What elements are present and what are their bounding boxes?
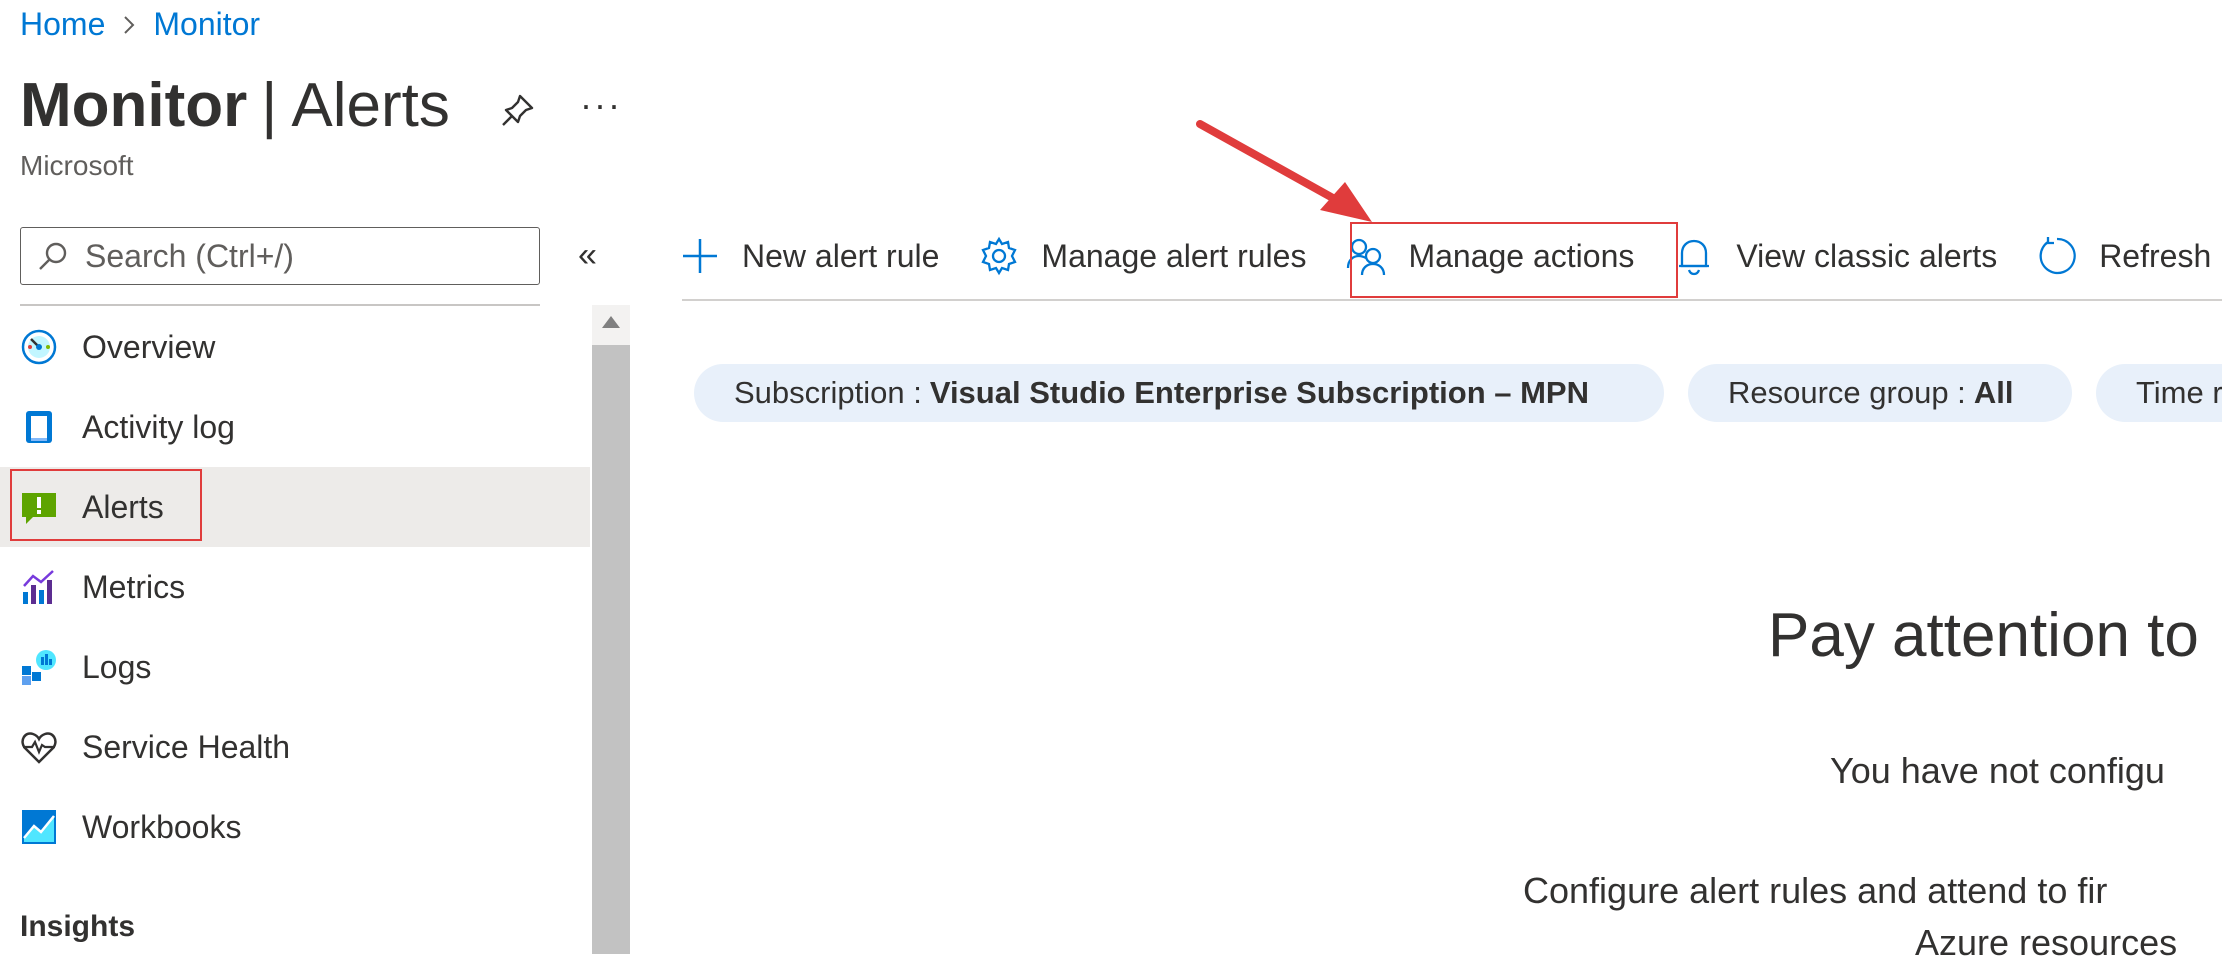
logs-icon: [20, 648, 58, 686]
refresh-label: Refresh: [2099, 237, 2212, 274]
page-title: Monitor | Alerts: [20, 70, 450, 141]
service-health-icon: [20, 728, 58, 766]
page-title-rest: Alerts: [291, 71, 450, 140]
page-title-bold: Monitor: [20, 71, 248, 140]
directory-name: Microsoft: [20, 150, 134, 181]
activity-log-icon: [20, 408, 58, 446]
overview-gauge-icon: [20, 328, 58, 366]
manage-alert-rules-button[interactable]: Manage alert rules: [979, 236, 1306, 276]
subscription-filter-label: Subscription :: [734, 375, 922, 410]
sidebar-item-label: Activity log: [82, 408, 235, 445]
breadcrumb-home[interactable]: Home: [20, 6, 105, 43]
page-title-separator: |: [261, 71, 278, 140]
search-icon: [37, 240, 69, 272]
metrics-icon: [20, 568, 58, 606]
search-input[interactable]: [83, 236, 527, 276]
time-range-filter-label: Time r: [2136, 375, 2222, 410]
sidebar-item-label: Metrics: [82, 568, 186, 605]
collapse-sidebar-button[interactable]: «: [578, 236, 597, 275]
sidebar-section-insights: Insights: [20, 910, 136, 943]
sidebar-item-label: Workbooks: [82, 808, 242, 845]
sidebar-divider: [20, 304, 540, 306]
sidebar-item-overview[interactable]: Overview: [0, 307, 590, 387]
refresh-icon: [2037, 236, 2077, 276]
plus-icon: [680, 236, 720, 276]
pin-icon[interactable]: [498, 90, 538, 130]
bell-icon: [1674, 236, 1714, 276]
empty-state-description: Configure alert rules and attend to fir: [1523, 870, 2108, 911]
resource-group-filter-value: All: [1973, 375, 2014, 410]
sidebar-item-service-health[interactable]: Service Health: [0, 707, 590, 787]
subscription-filter-pill[interactable]: Subscription : Visual Studio Enterprise …: [694, 364, 1664, 422]
sidebar-item-metrics[interactable]: Metrics: [0, 547, 590, 627]
annotation-arrow-icon: [1196, 120, 1372, 222]
new-alert-rule-label: New alert rule: [742, 237, 940, 274]
search-box[interactable]: [20, 227, 540, 285]
more-options-button[interactable]: ···: [580, 84, 622, 126]
chevron-right-icon: [121, 13, 137, 37]
workbooks-icon: [20, 808, 58, 846]
breadcrumb-monitor[interactable]: Monitor: [153, 6, 260, 43]
resource-group-filter-pill[interactable]: Resource group : All: [1688, 364, 2072, 422]
view-classic-alerts-button[interactable]: View classic alerts: [1674, 236, 1997, 276]
empty-state-description-cont: Azure resources: [1915, 922, 2178, 963]
resource-group-filter-label: Resource group :: [1728, 375, 1966, 410]
sidebar-item-label: Service Health: [82, 728, 291, 765]
sidebar-item-workbooks[interactable]: Workbooks: [0, 787, 590, 867]
manage-actions-highlight-box: [1350, 222, 1678, 298]
gear-icon: [979, 236, 1019, 276]
empty-state-title: Pay attention to: [1768, 601, 2199, 670]
sidebar-item-label: Logs: [82, 648, 152, 685]
sidebar-item-label: Overview: [82, 328, 216, 365]
command-bar-divider: [682, 299, 2222, 301]
sidebar-scrollbar-thumb[interactable]: [592, 345, 630, 954]
manage-alert-rules-label: Manage alert rules: [1041, 237, 1307, 274]
refresh-button[interactable]: Refresh: [2037, 236, 2211, 276]
view-classic-alerts-label: View classic alerts: [1736, 237, 1998, 274]
sidebar-item-activity-log[interactable]: Activity log: [0, 387, 590, 467]
alerts-highlight-box: [10, 469, 202, 541]
time-range-filter-pill[interactable]: Time r: [2096, 364, 2222, 422]
subscription-filter-value: Visual Studio Enterprise Subscription – …: [929, 375, 1589, 410]
empty-state-message: You have not configu: [1830, 750, 2165, 791]
breadcrumb: Home Monitor: [20, 6, 260, 43]
sidebar-item-logs[interactable]: Logs: [0, 627, 590, 707]
new-alert-rule-button[interactable]: New alert rule: [680, 236, 939, 276]
scroll-up-arrow-icon[interactable]: [602, 316, 620, 328]
